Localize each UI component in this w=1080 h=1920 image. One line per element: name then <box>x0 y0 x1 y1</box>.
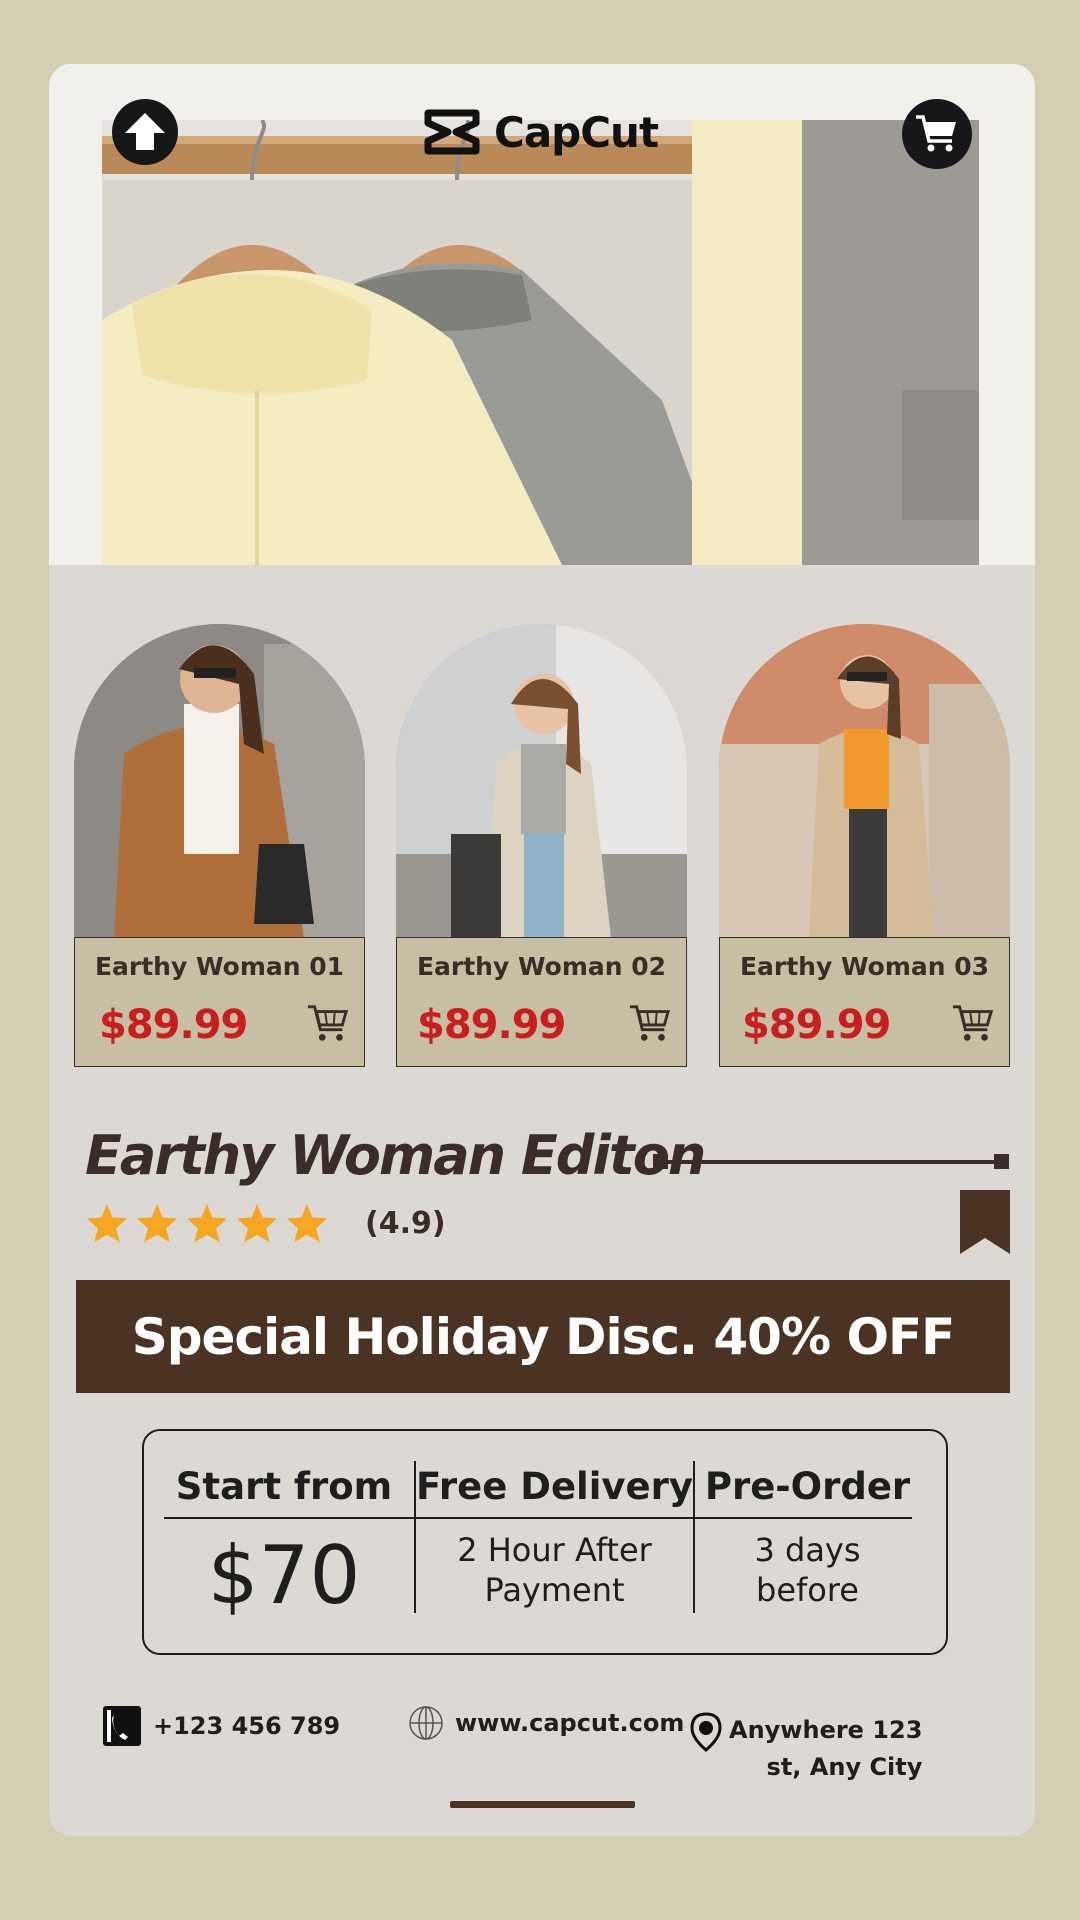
promo-card: CapCut Earthy Woman 01 $89.99 Earthy Wom… <box>49 64 1035 1836</box>
product-name: Earthy Woman 02 <box>416 952 667 981</box>
scroll-up-button[interactable] <box>112 99 178 165</box>
star-icon <box>86 1203 128 1243</box>
globe-icon <box>409 1706 443 1740</box>
product-card-1[interactable]: Earthy Woman 01 $89.99 <box>74 624 365 1067</box>
delivery-label: Free Delivery <box>416 1465 693 1508</box>
add-to-cart-icon[interactable] <box>306 1002 350 1046</box>
info-box: Start from $70 Free Delivery 2 Hour Afte… <box>142 1429 948 1655</box>
product-info-2: Earthy Woman 02 $89.99 <box>396 937 687 1067</box>
delivery-line-2: Payment <box>484 1571 625 1609</box>
preorder-line-2: before <box>756 1571 859 1609</box>
start-from-column: Start from $70 <box>154 1431 414 1653</box>
phone-contact[interactable]: +123 456 789 <box>101 1704 340 1748</box>
discount-text: Special Holiday Disc. 40% OFF <box>131 1307 956 1366</box>
location-pin-icon <box>690 1712 722 1752</box>
product-price: $89.99 <box>417 1002 566 1048</box>
product-card-2[interactable]: Earthy Woman 02 $89.99 <box>396 624 687 1067</box>
delivery-line-1: 2 Hour After <box>457 1531 652 1569</box>
discount-banner[interactable]: Special Holiday Disc. 40% OFF <box>76 1280 1010 1393</box>
website-url: www.capcut.com <box>455 1709 685 1737</box>
preorder-column: Pre-Order 3 days before <box>695 1431 920 1653</box>
star-icon <box>236 1203 278 1243</box>
product-card-3[interactable]: Earthy Woman 03 $89.99 <box>719 624 1010 1067</box>
product-info-3: Earthy Woman 03 $89.99 <box>719 937 1010 1067</box>
start-from-label: Start from <box>175 1465 393 1508</box>
address-contact[interactable]: Anywhere 123 st, Any City <box>689 1712 922 1786</box>
add-to-cart-icon[interactable] <box>951 1002 995 1046</box>
address-line-2: st, Any City <box>766 1753 923 1781</box>
website-contact[interactable]: www.capcut.com <box>407 1704 684 1742</box>
hero-sweaters-photo <box>102 120 979 565</box>
product-price: $89.99 <box>99 1002 248 1048</box>
delivery-column: Free Delivery 2 Hour After Payment <box>416 1431 693 1653</box>
product-photo-1 <box>74 624 365 938</box>
phone-icon <box>103 1706 141 1746</box>
capcut-logo-icon <box>424 109 480 155</box>
product-price: $89.99 <box>742 1002 891 1048</box>
rating-value: (4.9) <box>365 1206 446 1241</box>
star-icon <box>136 1203 178 1243</box>
product-info-1: Earthy Woman 01 $89.99 <box>74 937 365 1067</box>
rating-stars <box>85 1202 329 1244</box>
collection-title: Earthy Woman Editon <box>85 1124 706 1187</box>
title-divider <box>653 1154 1009 1169</box>
cart-button[interactable] <box>902 99 972 169</box>
address-line-1: Anywhere 123 <box>729 1716 923 1744</box>
product-photo-2 <box>396 624 687 938</box>
start-from-value: $70 <box>207 1529 361 1622</box>
bookmark-icon[interactable] <box>960 1190 1010 1254</box>
arrow-up-icon <box>125 113 165 150</box>
product-photo-3 <box>719 624 1010 938</box>
brand-logo: CapCut <box>424 104 659 160</box>
brand-name: CapCut <box>494 107 659 157</box>
star-icon <box>186 1203 228 1243</box>
hero-section: CapCut <box>49 64 1035 565</box>
add-to-cart-icon[interactable] <box>628 1002 672 1046</box>
star-icon <box>286 1203 328 1243</box>
preorder-label: Pre-Order <box>704 1465 911 1508</box>
bottom-indicator-bar <box>450 1801 635 1808</box>
preorder-line-1: 3 days <box>754 1531 861 1569</box>
phone-number: +123 456 789 <box>153 1712 341 1740</box>
product-name: Earthy Woman 03 <box>739 952 990 981</box>
product-name: Earthy Woman 01 <box>94 952 345 981</box>
cart-icon <box>916 115 956 152</box>
